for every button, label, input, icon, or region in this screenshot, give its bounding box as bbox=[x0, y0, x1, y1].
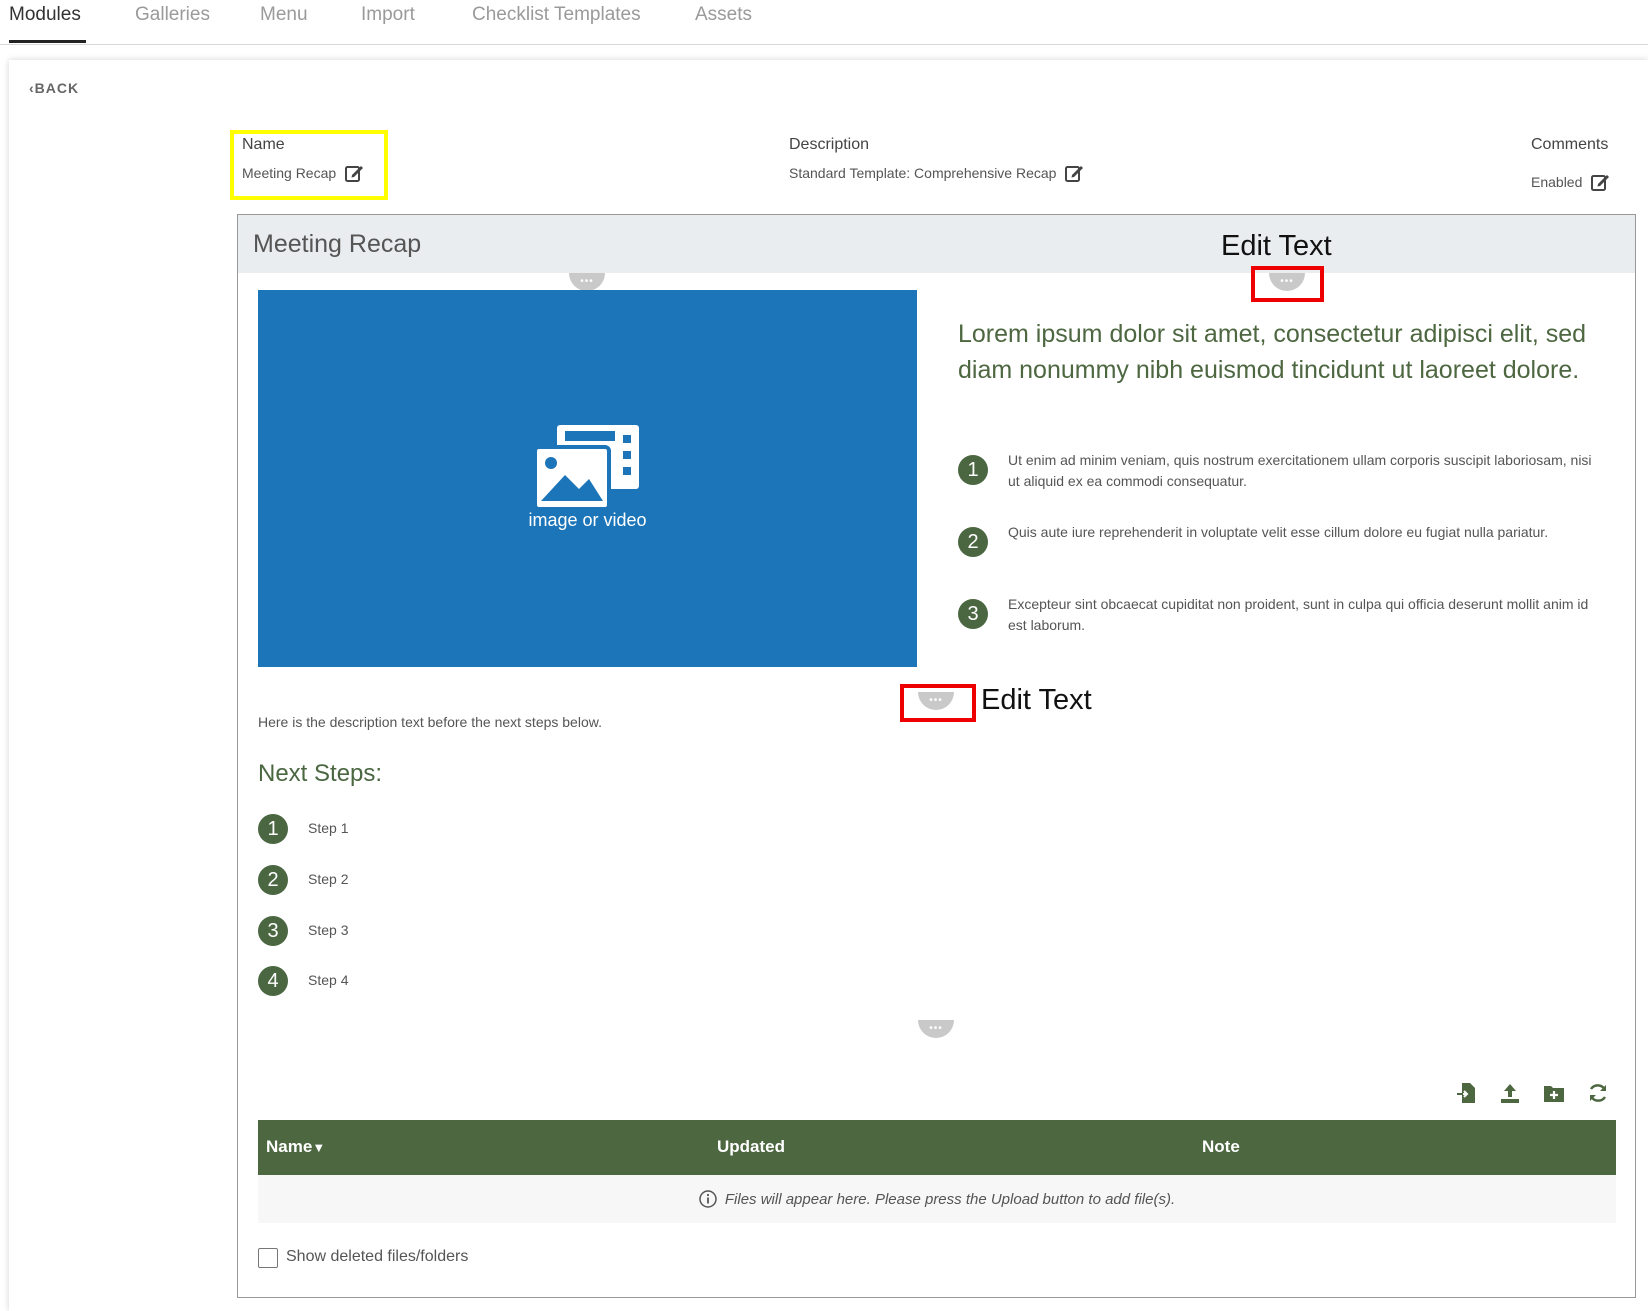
files-table-header: Name▼ Updated Note bbox=[258, 1120, 1616, 1175]
bullet-text: Quis aute iure reprehenderit in voluptat… bbox=[1008, 524, 1549, 540]
edit-text-annotation-1: Edit Text bbox=[1221, 230, 1332, 262]
show-deleted-checkbox[interactable] bbox=[258, 1248, 278, 1268]
tab-modules[interactable]: Modules bbox=[9, 4, 81, 26]
edit-comments-icon[interactable] bbox=[1590, 172, 1610, 192]
more-icon: ••• bbox=[580, 276, 594, 287]
column-header-name[interactable]: Name▼ bbox=[266, 1137, 325, 1157]
sort-desc-icon: ▼ bbox=[312, 1140, 326, 1155]
back-button[interactable]: ‹BACK bbox=[29, 80, 79, 96]
edit-text-annotation-2: Edit Text bbox=[981, 684, 1092, 716]
edit-description-icon[interactable] bbox=[1064, 163, 1084, 183]
name-label: Name bbox=[242, 136, 285, 153]
name-field: Meeting Recap bbox=[242, 163, 364, 183]
back-label: BACK bbox=[34, 80, 80, 96]
new-folder-icon[interactable] bbox=[1542, 1081, 1566, 1105]
step-label: Step 1 bbox=[308, 820, 349, 836]
more-icon: ••• bbox=[1280, 276, 1294, 287]
step-label: Step 3 bbox=[308, 922, 349, 938]
tab-assets[interactable]: Assets bbox=[695, 4, 752, 26]
step-number: 1 bbox=[258, 814, 288, 844]
card-title: Meeting Recap bbox=[253, 230, 422, 258]
bullet-number: 1 bbox=[958, 455, 988, 485]
comments-field: Enabled bbox=[1531, 172, 1610, 192]
step-number: 2 bbox=[258, 865, 288, 895]
info-icon bbox=[699, 1190, 717, 1208]
top-tab-bar: Modules Galleries Menu Import Checklist … bbox=[0, 0, 1648, 45]
tab-galleries[interactable]: Galleries bbox=[135, 4, 210, 26]
column-header-updated[interactable]: Updated bbox=[717, 1137, 785, 1157]
image-video-icon bbox=[535, 425, 639, 509]
refresh-icon[interactable] bbox=[1586, 1081, 1610, 1105]
bullet-text: Ut enim ad minim veniam, quis nostrum ex… bbox=[1008, 452, 1592, 489]
description-text: Here is the description text before the … bbox=[258, 714, 602, 730]
upload-icon[interactable] bbox=[1498, 1081, 1522, 1105]
media-placeholder[interactable]: image or video bbox=[258, 290, 917, 667]
comments-label: Comments bbox=[1531, 136, 1609, 153]
import-file-icon[interactable] bbox=[1455, 1081, 1479, 1105]
tab-checklist-templates[interactable]: Checklist Templates bbox=[472, 4, 641, 26]
description-value: Standard Template: Comprehensive Recap bbox=[789, 165, 1057, 181]
more-icon: ••• bbox=[929, 695, 943, 706]
tab-import[interactable]: Import bbox=[361, 4, 415, 26]
media-label: image or video bbox=[528, 510, 647, 530]
edit-name-icon[interactable] bbox=[344, 163, 364, 183]
bullet-text: Excepteur sint obcaecat cupiditat non pr… bbox=[1008, 596, 1589, 633]
next-steps-title: Next Steps: bbox=[258, 760, 383, 787]
step-label: Step 4 bbox=[308, 972, 349, 988]
more-icon: ••• bbox=[929, 1023, 943, 1034]
column-name-label: Name bbox=[266, 1137, 313, 1156]
step-number: 4 bbox=[258, 966, 288, 996]
bullet-number: 2 bbox=[958, 527, 988, 557]
tab-menu[interactable]: Menu bbox=[260, 4, 308, 26]
show-deleted-label[interactable]: Show deleted files/folders bbox=[286, 1248, 468, 1266]
card-header bbox=[238, 215, 1635, 273]
empty-message: Files will appear here. Please press the… bbox=[724, 1190, 1176, 1208]
description-label: Description bbox=[789, 136, 870, 153]
comments-value: Enabled bbox=[1531, 174, 1583, 190]
name-value: Meeting Recap bbox=[242, 165, 337, 181]
description-field: Standard Template: Comprehensive Recap bbox=[789, 163, 1084, 183]
column-header-note[interactable]: Note bbox=[1202, 1137, 1240, 1157]
lead-paragraph: Lorem ipsum dolor sit amet, consectetur … bbox=[958, 320, 1587, 384]
step-label: Step 2 bbox=[308, 871, 349, 887]
bullet-number: 3 bbox=[958, 599, 988, 629]
active-tab-indicator bbox=[9, 40, 86, 43]
files-empty-row: Files will appear here. Please press the… bbox=[258, 1175, 1616, 1223]
step-number: 3 bbox=[258, 916, 288, 946]
